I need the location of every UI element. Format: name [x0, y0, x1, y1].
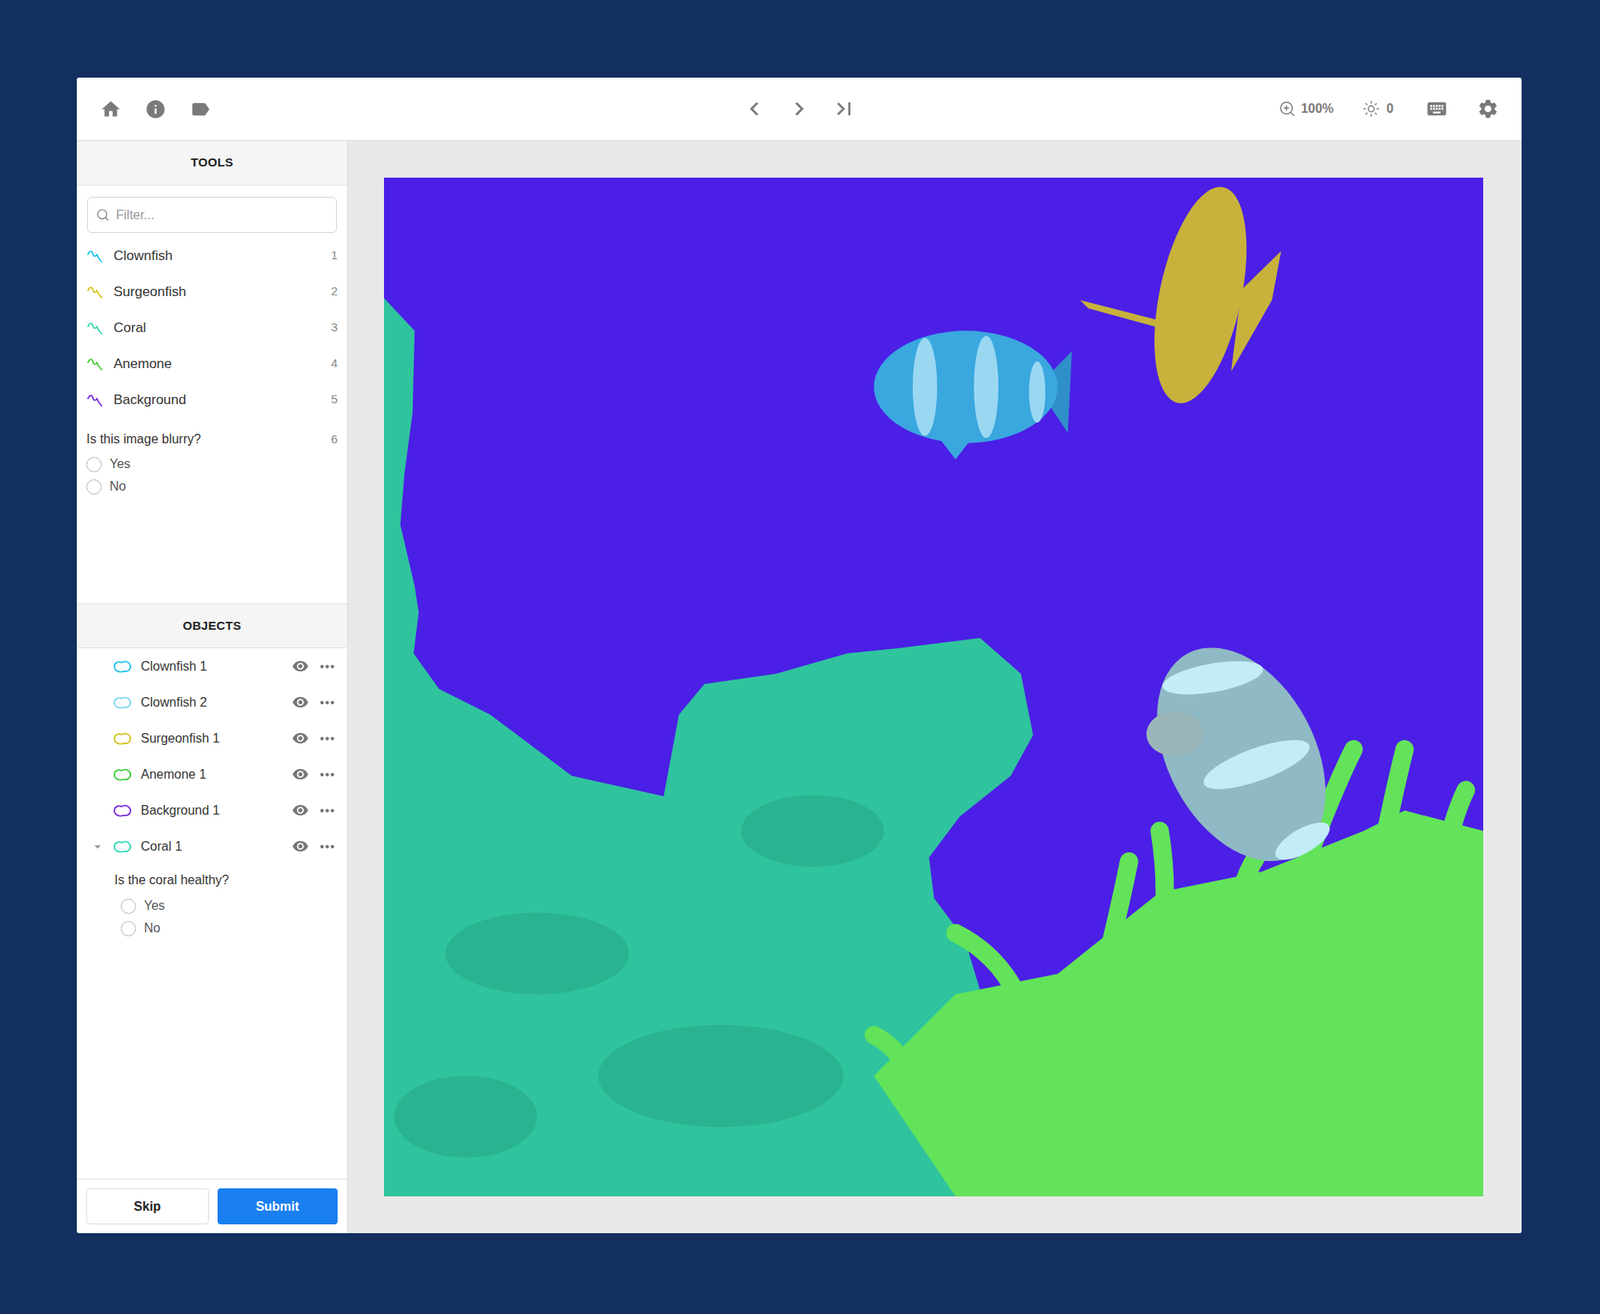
- brush-tool-icon: [86, 391, 104, 409]
- info-icon[interactable]: [140, 94, 170, 124]
- brush-tool-icon: [86, 355, 104, 373]
- action-footer: SkipSubmit: [76, 1178, 348, 1233]
- label-icon[interactable]: [185, 94, 215, 124]
- object-entry: Coral 1Is the coral healthy?YesNo: [76, 828, 348, 940]
- object-entry: Anemone 1: [76, 756, 348, 792]
- shape-icon: [112, 657, 133, 676]
- submit-button[interactable]: Submit: [217, 1188, 339, 1224]
- shape-icon: [112, 729, 133, 748]
- tool-list: Clownfish1Surgeonfish2Coral3Anemone4Back…: [76, 237, 348, 418]
- shape-icon: [112, 693, 133, 712]
- object-list: Clownfish 1Clownfish 2Surgeonfish 1Anemo…: [76, 648, 348, 1179]
- eye-icon[interactable]: [289, 837, 311, 855]
- shape-icon: [112, 765, 133, 784]
- tool-item[interactable]: Surgeonfish2: [76, 273, 348, 310]
- object-row[interactable]: Anemone 1: [76, 756, 348, 792]
- radio-circle-icon[interactable]: [86, 456, 102, 472]
- annotation-window: 100%0TOOLSClownfish1Surgeonfish2Coral3An…: [76, 77, 1522, 1233]
- brush-tool-icon: [86, 319, 104, 337]
- object-row[interactable]: Background 1: [76, 792, 348, 828]
- object-entry: Clownfish 1: [76, 648, 348, 684]
- more-options-icon[interactable]: [313, 728, 341, 749]
- more-options-icon[interactable]: [313, 656, 341, 677]
- object-row[interactable]: Clownfish 2: [76, 684, 348, 720]
- eye-icon[interactable]: [289, 729, 311, 747]
- search-icon: [96, 208, 110, 222]
- background-mask: [384, 177, 1484, 1196]
- brightness-control[interactable]: 0: [1362, 99, 1394, 119]
- object-row[interactable]: Surgeonfish 1: [76, 720, 348, 756]
- radio-circle-icon[interactable]: [86, 479, 102, 495]
- eye-icon[interactable]: [289, 693, 311, 711]
- eye-icon[interactable]: [289, 765, 311, 783]
- toolbar: 100% 0: [76, 77, 1522, 141]
- object-entry: Clownfish 2: [76, 684, 348, 720]
- classification-question: Is this image blurry?6YesNo: [76, 428, 348, 498]
- coral-texture: [394, 795, 884, 1158]
- left-panel: TOOLSClownfish1Surgeonfish2Coral3Anemone…: [76, 140, 348, 1233]
- brightness-icon: [1362, 100, 1380, 118]
- object-row[interactable]: Coral 1: [76, 828, 348, 864]
- tools-header: TOOLS: [76, 140, 348, 186]
- object-row[interactable]: Clownfish 1: [76, 648, 348, 684]
- filter-input[interactable]: [116, 205, 328, 225]
- tool-item[interactable]: Coral3: [76, 309, 348, 346]
- app-page: 100%0TOOLSClownfish1Surgeonfish2Coral3An…: [0, 0, 1600, 1314]
- anemone-mask: [873, 748, 1484, 1196]
- segmentation-canvas[interactable]: [384, 177, 1484, 1196]
- home-icon[interactable]: [96, 94, 125, 124]
- brush-tool-icon: [86, 247, 104, 265]
- brush-tool-icon: [86, 283, 104, 301]
- object-entry: Background 1: [76, 792, 348, 828]
- zoom-in-icon: [1278, 100, 1296, 118]
- tools-section: TOOLS Clownfish1Surgeonfish2Coral3Anemone…: [76, 140, 348, 604]
- tool-item[interactable]: Clownfish1: [76, 237, 348, 274]
- more-options-icon[interactable]: [313, 836, 341, 857]
- clownfish-2-mask: [1122, 618, 1360, 890]
- canvas-area: [348, 140, 1522, 1233]
- more-options-icon[interactable]: [313, 764, 341, 785]
- eye-icon[interactable]: [289, 801, 311, 819]
- skip-button[interactable]: Skip: [86, 1188, 209, 1224]
- shape-icon: [112, 801, 133, 820]
- next-icon[interactable]: [784, 94, 814, 124]
- keyboard-icon[interactable]: [1422, 94, 1452, 124]
- clownfish-1-mask: [873, 330, 1072, 460]
- toolbar-navigation: [740, 94, 859, 124]
- object-question: Is the coral healthy?YesNo: [76, 864, 348, 940]
- toolbar-right: 100% 0: [858, 94, 1503, 124]
- radio-circle-icon[interactable]: [120, 920, 136, 936]
- zoom-control[interactable]: 100%: [1278, 99, 1334, 119]
- toolbar-left: [96, 94, 740, 124]
- objects-header: OBJECTS: [76, 603, 348, 648]
- radio-option[interactable]: Yes: [120, 894, 348, 917]
- settings-icon[interactable]: [1473, 94, 1503, 124]
- filter-field[interactable]: [87, 196, 337, 233]
- previous-icon[interactable]: [740, 94, 769, 124]
- tool-item[interactable]: Anemone4: [76, 345, 348, 382]
- workspace: TOOLSClownfish1Surgeonfish2Coral3Anemone…: [76, 140, 1522, 1233]
- more-options-icon[interactable]: [313, 692, 341, 713]
- radio-option[interactable]: Yes: [86, 452, 338, 476]
- expand-arrow-icon[interactable]: [89, 836, 106, 856]
- radio-option[interactable]: No: [86, 475, 338, 498]
- radio-option[interactable]: No: [120, 916, 348, 940]
- objects-section: OBJECTSClownfish 1Clownfish 2Surgeonfish…: [76, 603, 348, 1233]
- more-options-icon[interactable]: [313, 800, 341, 821]
- tool-item[interactable]: Background5: [76, 381, 348, 418]
- last-page-icon[interactable]: [829, 94, 859, 124]
- eye-icon[interactable]: [289, 657, 311, 675]
- object-entry: Surgeonfish 1: [76, 720, 348, 756]
- shape-icon: [112, 837, 133, 856]
- surgeonfish-mask: [1080, 178, 1281, 412]
- radio-circle-icon[interactable]: [120, 898, 136, 914]
